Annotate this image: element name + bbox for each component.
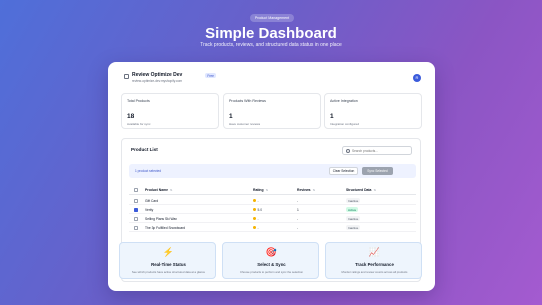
feature-title: Real-Time Status (151, 262, 186, 267)
selection-count: 1 product selected (135, 169, 162, 173)
target-icon: 🎯 (265, 247, 278, 257)
stat-value: 18 (127, 113, 135, 120)
stat-hint: Have customer reviews (229, 122, 261, 126)
product-name: Gift Card (145, 198, 159, 203)
star-icon (253, 208, 256, 212)
select-all-checkbox[interactable] (134, 187, 138, 192)
sync-selected-button[interactable]: Sync Selected (362, 167, 393, 175)
status-badge: Active (346, 207, 359, 212)
feature-description: See which products have active structure… (131, 270, 206, 274)
sort-icon: ⇅ (312, 188, 316, 192)
search-input[interactable] (352, 147, 410, 155)
rating-cell: - (253, 226, 259, 230)
review-count: - (297, 198, 299, 203)
feature-description: Monitor ratings and review counts across… (341, 270, 408, 274)
status-badge: Inactive (346, 198, 361, 203)
store-name: Review Optimize Dev (132, 72, 183, 78)
stat-active-integration: Active Integration 1 Integration configu… (324, 93, 422, 129)
review-count: - (297, 216, 299, 221)
product-name: The 3p Fulfilled Snowboard (145, 225, 186, 230)
table-row[interactable]: Verity 5.0 1 Active (129, 205, 416, 214)
stat-label: Total Products (127, 99, 150, 103)
feature-select-sync: 🎯 Select & Sync Choose products to perfo… (222, 242, 319, 279)
feature-track-performance: 📈 Track Performance Monitor ratings and … (325, 242, 422, 279)
table-row[interactable]: The 3p Fulfilled Snowboard - - Inactive (129, 223, 416, 232)
column-label: Rating (253, 188, 264, 192)
avatar[interactable]: R (413, 74, 421, 82)
rating-cell: - (253, 199, 259, 203)
star-icon (253, 217, 256, 221)
review-count: - (297, 225, 299, 230)
page-subtitle: Track products, reviews, and structured … (200, 42, 342, 48)
star-icon (253, 226, 256, 230)
selection-bar: 1 product selected Clear Selection Sync … (129, 164, 416, 178)
status-badge: Inactive (346, 225, 361, 230)
row-checkbox[interactable] (134, 198, 138, 203)
stat-total-products: Total Products 18 Available for sync (121, 93, 219, 129)
table-header: Product Name ⇅ Rating ⇅ Reviews ⇅ Structure… (129, 185, 416, 195)
row-checkbox[interactable] (134, 207, 138, 212)
lightning-icon: ⚡ (162, 247, 175, 257)
sort-icon: ⇅ (170, 188, 173, 192)
rating-cell: 5.0 (253, 208, 262, 212)
status-badge: Inactive (346, 216, 361, 221)
search-box (342, 146, 412, 155)
stat-value: 1 (229, 113, 233, 120)
feature-real-time-status: ⚡ Real-Time Status See which products ha… (119, 242, 216, 279)
feature-title: Select & Sync (257, 262, 286, 267)
rating-value: - (257, 225, 259, 230)
table-row[interactable]: Selling Plans Ski Wax - - Inactive (129, 214, 416, 223)
store-icon (124, 74, 129, 79)
rating-value: - (257, 198, 259, 203)
rating-value: - (257, 216, 259, 221)
column-header-structured-data[interactable]: Structured Data ⇅ (346, 188, 376, 192)
stat-label: Products With Reviews (229, 99, 266, 103)
stat-label: Active Integration (330, 99, 358, 103)
store-domain: review-optimize-dev.myshopify.com (132, 79, 183, 83)
column-header-rating[interactable]: Rating ⇅ (253, 188, 268, 192)
rating-value: 5.0 (257, 207, 263, 212)
stat-value: 1 (330, 113, 334, 120)
column-label: Structured Data (346, 188, 372, 192)
product-name: Selling Plans Ski Wax (145, 216, 177, 221)
plan-badge: Free (205, 73, 217, 79)
row-checkbox[interactable] (134, 216, 138, 221)
search-icon (346, 149, 350, 153)
page-title: Simple Dashboard (205, 25, 337, 42)
sort-icon: ⇅ (265, 188, 269, 192)
star-icon (253, 199, 256, 203)
column-header-reviews[interactable]: Reviews ⇅ (297, 188, 315, 192)
product-name: Verity (145, 207, 154, 212)
chart-icon: 📈 (368, 247, 381, 257)
stat-hint: Available for sync (127, 122, 151, 126)
product-list-title: Product List (131, 147, 158, 152)
row-checkbox[interactable] (134, 225, 138, 230)
feature-title: Track Performance (355, 262, 394, 267)
product-management-badge: Product Management (250, 14, 294, 22)
feature-description: Choose products to perform and sync the … (239, 270, 304, 274)
store-header: Review Optimize Dev Free review-optimize… (121, 72, 422, 86)
stat-hint: Integration configured (330, 122, 360, 126)
column-label: Reviews (297, 188, 311, 192)
clear-selection-button[interactable]: Clear Selection (329, 167, 358, 175)
table-row[interactable]: Gift Card - - Inactive (129, 196, 416, 205)
rating-cell: - (253, 217, 259, 221)
column-label: Product Name (145, 188, 168, 192)
sort-icon: ⇅ (373, 188, 376, 192)
column-header-product-name[interactable]: Product Name ⇅ (145, 188, 173, 192)
stat-products-with-reviews: Products With Reviews 1 Have customer re… (223, 93, 321, 129)
review-count: 1 (297, 207, 299, 212)
